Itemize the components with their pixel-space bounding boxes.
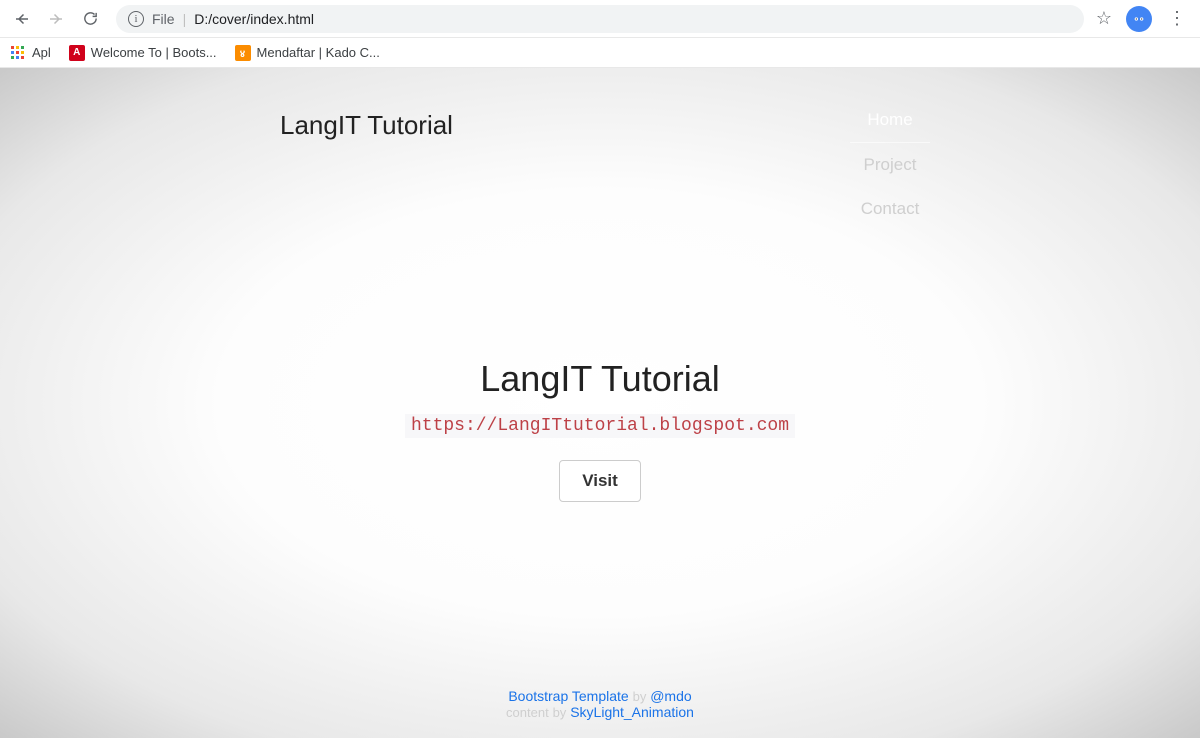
bookmark-item-1[interactable]: A Welcome To | Boots... [69,45,217,61]
profile-avatar[interactable] [1126,6,1152,32]
bookmarks-bar: Apl A Welcome To | Boots... ४ Mendaftar … [0,38,1200,68]
profile-eyes-icon [1131,11,1147,27]
address-bar[interactable]: i File | D:/cover/index.html [116,5,1084,33]
arrow-right-icon [47,10,65,28]
forward-button[interactable] [42,5,70,33]
hero-title: LangIT Tutorial [480,358,719,400]
page-viewport: LangIT Tutorial Home Project Contact Lan… [0,68,1200,738]
menu-button[interactable]: ⋮ [1162,8,1192,29]
apps-shortcut[interactable]: Apl [10,45,51,61]
footer-line-2: content by SkyLight_Animation [0,704,1200,720]
bookmark-label: Mendaftar | Kado C... [257,45,380,60]
nav-home[interactable]: Home [850,98,930,143]
bookmark-icon-a: A [69,45,85,61]
footer-by-2: by [553,705,567,720]
bookmark-icon-x: ४ [235,45,251,61]
apps-grid-icon [10,45,26,61]
address-prefix: File [152,11,175,27]
page-footer: Bootstrap Template by @mdo content by Sk… [0,688,1200,738]
footer-template-link[interactable]: Bootstrap Template [508,688,628,704]
star-icon[interactable]: ☆ [1096,8,1112,29]
reload-button[interactable] [76,5,104,33]
browser-toolbar: i File | D:/cover/index.html ☆ ⋮ [0,0,1200,38]
footer-author-link-1[interactable]: @mdo [650,688,691,704]
bookmark-label: Welcome To | Boots... [91,45,217,60]
reload-icon [82,10,99,27]
footer-by-1: by [633,689,647,704]
hero-url: https://LangITtutorial.blogspot.com [405,414,795,438]
visit-button[interactable]: Visit [559,460,641,502]
bookmark-item-2[interactable]: ४ Mendaftar | Kado C... [235,45,380,61]
bookmark-label: Apl [32,45,51,60]
address-path: D:/cover/index.html [194,11,314,27]
footer-author-link-2[interactable]: SkyLight_Animation [570,704,694,720]
arrow-left-icon [13,10,31,28]
footer-line-1: Bootstrap Template by @mdo [0,688,1200,704]
footer-content-label: content [506,705,549,720]
address-separator: | [183,11,187,27]
info-icon: i [128,11,144,27]
back-button[interactable] [8,5,36,33]
hero-section: LangIT Tutorial https://LangITtutorial.b… [0,171,1200,688]
